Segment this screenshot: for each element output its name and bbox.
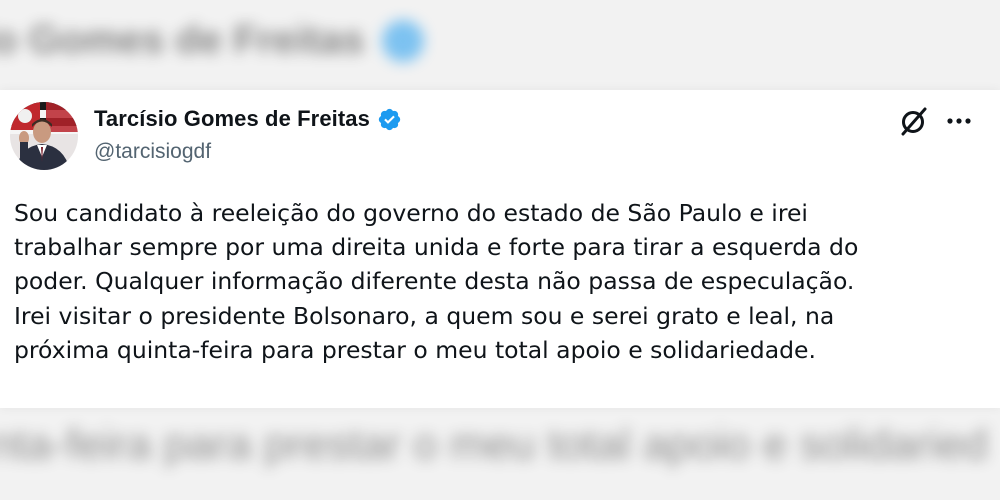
avatar-portrait-icon — [10, 102, 78, 170]
blurred-verified-icon — [382, 19, 425, 62]
blurred-background-text: nta-feira para prestar o meu total apoio… — [0, 420, 988, 469]
screenshot-stage: io Gomes de Freitas nta-feira para prest… — [0, 0, 1000, 500]
verified-badge-icon — [378, 108, 401, 130]
tweet-text-line: poder. Qualquer informação diferente des… — [14, 267, 855, 296]
blurred-background-header: io Gomes de Freitas — [0, 18, 425, 63]
author-display-name[interactable]: Tarcísio Gomes de Freitas — [94, 106, 370, 132]
author-handle[interactable]: @tarcisiogdf — [94, 140, 211, 164]
tweet-text: Sou candidato à reeleição do governo do … — [14, 196, 989, 367]
more-options-icon[interactable] — [944, 108, 974, 134]
blurred-author-name: io Gomes de Freitas — [0, 18, 365, 62]
avatar[interactable] — [10, 102, 78, 170]
tweet-text-line: Sou candidato à reeleição do governo do … — [14, 199, 808, 227]
tweet-card: Tarcísio Gomes de Freitas @tarcisiogdf S… — [0, 90, 1000, 408]
tweet-text-line: trabalhar sempre por uma direita unida e… — [14, 233, 859, 262]
slash-circle-icon[interactable] — [896, 104, 930, 138]
author-name-row: Tarcísio Gomes de Freitas — [94, 106, 402, 132]
tweet-text-line: próxima quinta-feira para prestar o meu … — [14, 335, 816, 364]
tweet-text-line: Irei visitar o presidente Bolsonaro, a q… — [14, 301, 835, 330]
